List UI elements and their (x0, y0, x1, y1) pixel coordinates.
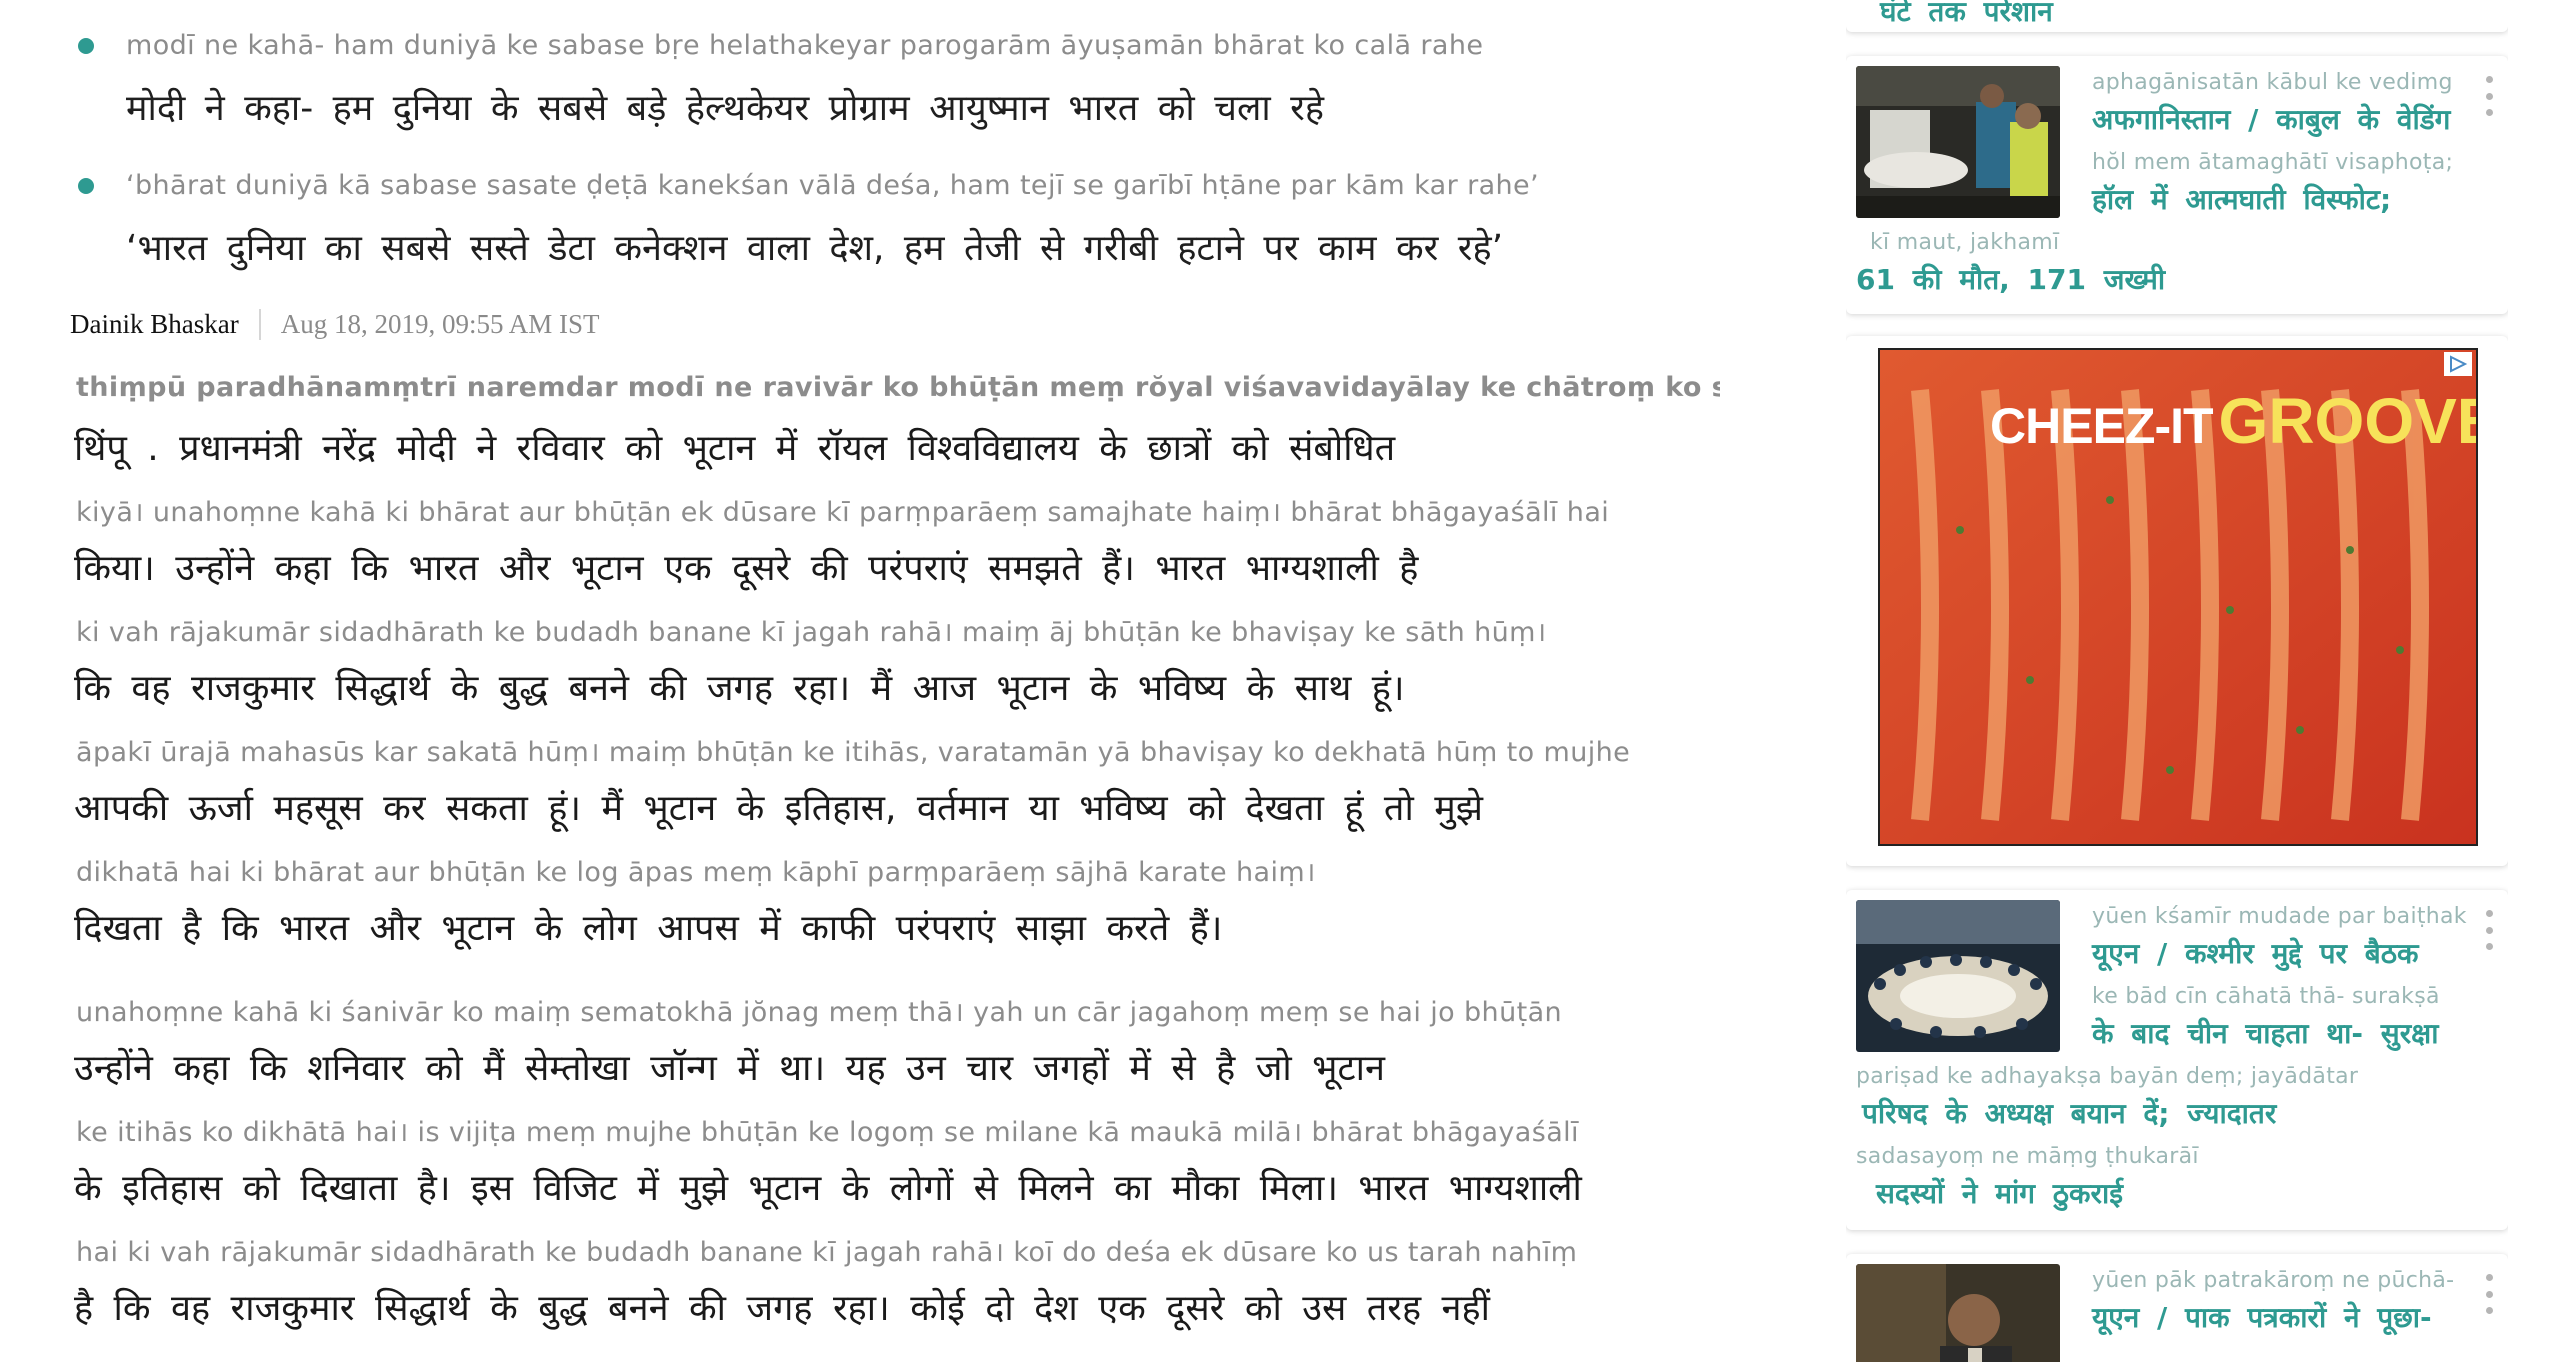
news-romanized: ke bād cīn cāhatā thā- surakṣā (2092, 984, 2440, 1009)
romanized-text: dikhatā hai ki bhārat aur bhūṭān ke log … (76, 857, 1316, 888)
news-headline[interactable]: घंटे तक परेशान (1880, 0, 2053, 30)
news-card-partial[interactable]: घंटे तक परेशान (1846, 0, 2508, 32)
ad-choices-icon[interactable] (2444, 352, 2472, 376)
text-line: ke itihās ko dikhātā hai। is vijiṭa meṃ … (70, 1112, 1690, 1232)
text-line: dikhatā hai ki bhārat aur bhūṭān ke log … (70, 852, 1690, 972)
devanagari-text: थिंपू . प्रधानमंत्री नरेंद्र मोदी ने रवि… (74, 428, 1396, 469)
text-line: āpakī ūrajā mahasūs kar sakatā hūṃ। maiṃ… (70, 732, 1690, 852)
ad-brand[interactable]: CHEEZ-IT GROOVES (1990, 384, 2476, 458)
romanized-text: ki vah rājakumār sidadhārath ke budadh b… (76, 617, 1547, 648)
news-headline[interactable]: सदस्यों ने मांग ठुकराई (1876, 1174, 2123, 1212)
publish-date: Aug 18, 2019, 09:55 AM IST (280, 308, 600, 339)
news-romanized: kī maut, jakhamī (1870, 230, 2060, 255)
more-options-button[interactable] (2478, 76, 2500, 116)
text-line: thiṃpū paradhānamṃtrī naremdar modī ne r… (70, 372, 1720, 492)
news-headline[interactable]: अफगानिस्तान / काबुल के वेडिंग (2092, 100, 2450, 138)
news-romanized: hŏl mem ātamaghātī visaphoṭa; (2092, 150, 2454, 175)
more-options-button[interactable] (2478, 1274, 2500, 1314)
romanized-text: ke itihās ko dikhātā hai। is vijiṭa meṃ … (76, 1117, 1579, 1148)
news-romanized: sadasayoṃ ne māṃg ṭhukarāī (1856, 1144, 2199, 1169)
news-text[interactable]: aphagānisatān kābul ke vedimg अफगानिस्ता… (1856, 70, 2462, 310)
news-line: hŏl mem ātamaghātī visaphoṭa; हॉल में आत… (1856, 150, 2462, 230)
news-romanized: yūen kśamīr mudade par baiṭhak (2092, 904, 2467, 929)
romanized-text: kiyā। unahoṃne kahā ki bhārat aur bhūṭān… (76, 497, 1610, 528)
ad-banner[interactable]: CHEEZ-IT GROOVES (1878, 348, 2478, 846)
devanagari-text: के इतिहास को दिखाता है। इस विजिट में मुझ… (74, 1168, 1582, 1209)
news-text[interactable]: yūen pāk patrakāroṃ ne pūchā- यूएन / पाक… (1856, 1268, 2462, 1348)
devanagari-text: है कि वह राजकुमार सिद्धार्थ के बुद्ध बनन… (74, 1288, 1490, 1329)
highlight-romanized: modī ne kahā- ham duniyā ke sabase bṛe h… (126, 30, 1484, 61)
text-line: kiyā। unahoṃne kahā ki bhārat aur bhūṭān… (70, 492, 1690, 612)
news-line: kī maut, jakhamī 61 की मौत, 171 जख्मी (1856, 230, 2462, 310)
highlight-devanagari: ‘भारत दुनिया का सबसे सस्ते डेटा कनेक्शन … (126, 228, 1504, 269)
ad-card[interactable]: CHEEZ-IT GROOVES (1846, 336, 2508, 866)
text-line: ki vah rājakumār sidadhārath ke budadh b… (70, 612, 1690, 732)
news-line: sadasayoṃ ne māṃg ṭhukarāī सदस्यों ने मा… (1856, 1144, 2462, 1224)
ad-brand-right: GROOVES (2218, 385, 2476, 457)
highlight-devanagari: मोदी ने कहा- हम दुनिया के सबसे बड़े हेल्… (126, 88, 1325, 129)
devanagari-text: कि वह राजकुमार सिद्धार्थ के बुद्ध बनने क… (74, 668, 1405, 709)
news-headline[interactable]: हॉल में आत्मघाती विस्फोट; (2092, 180, 2391, 218)
romanized-text: unahoṃne kahā ki śanivār ko maiṃ sematok… (76, 997, 1563, 1028)
bullet-dot (78, 178, 94, 194)
news-headline[interactable]: 61 की मौत, 171 जख्मी (1856, 260, 2165, 298)
sidebar: घंटे तक परेशान aphagānisatān kābul ke ve… (1846, 0, 2508, 1362)
news-line: yūen kśamīr mudade par baiṭhak यूएन / कश… (1856, 904, 2467, 984)
text-line: unahoṃne kahā ki śanivār ko maiṃ sematok… (70, 992, 1690, 1112)
news-headline[interactable]: यूएन / पाक पत्रकारों ने पूछा- (2092, 1298, 2432, 1336)
source-name[interactable]: Dainik Bhaskar (70, 308, 261, 340)
news-romanized: yūen pāk patrakāroṃ ne pūchā- (2092, 1268, 2455, 1293)
article-column: modī ne kahā- ham duniyā ke sabase bṛe h… (0, 0, 1720, 1362)
news-headline[interactable]: यूएन / कश्मीर मुद्दे पर बैठक (2092, 934, 2419, 972)
news-card[interactable]: aphagānisatān kābul ke vedimg अफगानिस्ता… (1846, 56, 2508, 314)
highlight-romanized: ‘bhārat duniyā kā sabase sasate ḍeṭā kan… (126, 170, 1540, 201)
more-options-button[interactable] (2478, 910, 2500, 950)
bullet-dot (78, 38, 94, 54)
news-line: ke bād cīn cāhatā thā- surakṣā के बाद ची… (1856, 984, 2462, 1064)
devanagari-text: आपकी ऊर्जा महसूस कर सकता हूं। मैं भूटान … (74, 788, 1483, 829)
news-romanized: aphagānisatān kābul ke vedimg (2092, 70, 2453, 95)
news-line: yūen pāk patrakāroṃ ne pūchā- यूएन / पाक… (1856, 1268, 2462, 1348)
romanized-text: hai ki vah rājakumār sidadhārath ke buda… (76, 1237, 1578, 1268)
article-paragraph: unahoṃne kahā ki śanivār ko maiṃ sematok… (70, 992, 1690, 1352)
byline: Dainik Bhaskar Aug 18, 2019, 09:55 AM IS… (70, 304, 600, 344)
devanagari-text: दिखता है कि भारत और भूटान के लोग आपस में… (74, 908, 1223, 949)
news-line: pariṣad ke adhayakṣa bayān deṃ; jayādāta… (1856, 1064, 2462, 1144)
news-card[interactable]: yūen pāk patrakāroṃ ne pūchā- यूएन / पाक… (1846, 1254, 2508, 1362)
article-paragraph: thiṃpū paradhānamṃtrī naremdar modī ne r… (70, 372, 1720, 972)
news-headline[interactable]: परिषद के अध्यक्ष बयान दें; ज्यादातर (1862, 1094, 2276, 1132)
ad-brand-left: CHEEZ-IT (1990, 398, 2214, 454)
news-romanized: pariṣad ke adhayakṣa bayān deṃ; jayādāta… (1856, 1064, 2359, 1089)
text-line: hai ki vah rājakumār sidadhārath ke buda… (70, 1232, 1690, 1352)
news-line: aphagānisatān kābul ke vedimg अफगानिस्ता… (1856, 70, 2462, 150)
news-text[interactable]: yūen kśamīr mudade par baiṭhak यूएन / कश… (1856, 904, 2467, 1224)
news-card[interactable]: yūen kśamīr mudade par baiṭhak यूएन / कश… (1846, 890, 2508, 1230)
devanagari-text: किया। उन्होंने कहा कि भारत और भूटान एक द… (74, 548, 1419, 589)
news-headline[interactable]: के बाद चीन चाहता था- सुरक्षा (2092, 1014, 2439, 1052)
devanagari-text: उन्होंने कहा कि शनिवार को मैं सेम्तोखा ज… (74, 1048, 1385, 1089)
romanized-text: thiṃpū paradhānamṃtrī naremdar modī ne r… (76, 372, 1720, 403)
romanized-text: āpakī ūrajā mahasūs kar sakatā hūṃ। maiṃ… (76, 737, 1631, 768)
